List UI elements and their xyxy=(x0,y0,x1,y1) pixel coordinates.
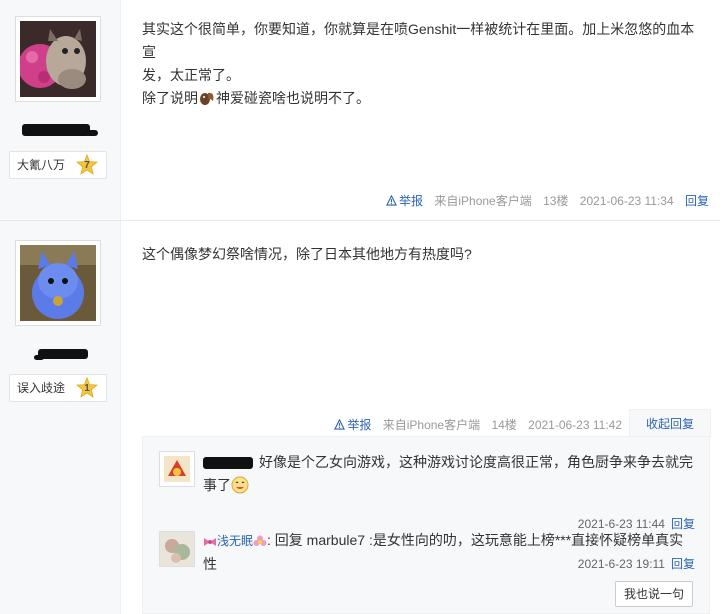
bow-emoji-icon xyxy=(203,533,217,551)
warning-icon xyxy=(386,195,397,206)
post-floor-13: 大氰八万 7 其实这个很简单，你要知道，你就算是在喷Genshit一样被统计在里… xyxy=(0,0,720,221)
sub-reply-item: 好像是个乙女向游戏，这种游戏讨论度高很正常，角色厨争来争去就完 事了 2021-… xyxy=(159,451,695,531)
squirrel-emoji-icon xyxy=(198,89,216,107)
sub-reply-avatar[interactable] xyxy=(159,531,195,567)
add-reply-button[interactable]: 我也说一句 xyxy=(615,581,693,607)
sub-reply-username[interactable]: 浅无眠 xyxy=(217,534,253,548)
level-badge[interactable]: 误入歧途 1 xyxy=(9,374,107,402)
redacted-username-tail xyxy=(34,355,44,360)
sub-reply-text: 好像是个乙女向游戏，这种游戏讨论度高很正常，角色厨争来争去就完 事了 xyxy=(203,451,695,497)
report-label: 举报 xyxy=(399,194,424,208)
user-sidebar: 大氰八万 7 xyxy=(0,0,121,220)
post-tail: 举报 来自iPhone客户端 13楼 2021-06-23 11:34 回复 xyxy=(378,192,709,209)
level-number: 1 xyxy=(84,383,90,394)
sub-reply-time: 2021-6-23 19:11 xyxy=(577,557,665,571)
post-time: 2021-06-23 11:34 xyxy=(579,194,674,208)
collapse-reply-button[interactable]: 收起回复 xyxy=(629,409,711,437)
redacted-username-tail xyxy=(86,130,98,136)
sub-reply-panel: 好像是个乙女向游戏，这种游戏讨论度高很正常，角色厨争来争去就完 事了 2021-… xyxy=(142,436,710,614)
avatar-image xyxy=(20,245,96,321)
warning-icon xyxy=(334,419,346,430)
report-link[interactable]: 举报 xyxy=(334,418,371,432)
floor-number: 13楼 xyxy=(543,194,569,208)
avatar-image xyxy=(20,21,96,97)
sub-reply-text-end: 事了 xyxy=(203,477,231,493)
floor-number: 14楼 xyxy=(491,418,517,432)
reply-link[interactable]: 回复 xyxy=(685,194,709,208)
smile-emoji-icon xyxy=(231,476,249,494)
content-text: 除了说明 xyxy=(142,90,198,106)
post-content: 其实这个很简单，你要知道，你就算是在喷Genshit一样被统计在里面。加上米忽悠… xyxy=(142,18,704,110)
redacted-username xyxy=(38,349,88,359)
sub-reply-avatar[interactable] xyxy=(159,451,195,487)
report-link[interactable]: 举报 xyxy=(386,194,423,208)
source-client: 来自iPhone客户端 xyxy=(434,194,532,208)
avatar[interactable] xyxy=(15,240,101,326)
sub-reply-meta: 2021-6-23 19:11 回复 xyxy=(578,555,695,572)
level-star-icon: 7 xyxy=(75,153,99,176)
sub-reply-line: 事了 xyxy=(203,474,695,497)
post-content: 这个偶像梦幻祭啥情况，除了日本其他地方有热度吗? xyxy=(142,243,704,266)
level-star-icon: 1 xyxy=(75,376,99,399)
level-number: 7 xyxy=(84,160,90,171)
avatar[interactable] xyxy=(15,16,101,102)
post-time: 2021-06-23 11:42 xyxy=(528,418,622,432)
level-title: 大氰八万 xyxy=(17,158,66,172)
level-title: 误入歧途 xyxy=(17,381,66,395)
sub-reply-reply-link[interactable]: 回复 xyxy=(671,557,695,571)
user-sidebar: 误入歧途 1 xyxy=(0,221,121,614)
content-line: 发，太正常了。 xyxy=(142,67,240,83)
content-text: 神爱碰瓷啥也说明不了。 xyxy=(216,90,370,106)
level-badge[interactable]: 大氰八万 7 xyxy=(9,151,107,179)
sub-reply-line: 好像是个乙女向游戏，这种游戏讨论度高很正常，角色厨争来争去就完 xyxy=(259,454,693,470)
post-tail: 举报 来自iPhone客户端 14楼 2021-06-23 11:42 xyxy=(326,416,622,433)
sub-reply-item: 浅无眠 : 回复 marbule7 :是女性向的叻，这玩意能上榜***直接怀疑榜… xyxy=(159,531,695,572)
flower-emoji-icon xyxy=(253,533,267,551)
redacted-username xyxy=(22,124,90,136)
content-line: 除了说明 神爱碰瓷啥也说明不了。 xyxy=(142,87,704,110)
source-client: 来自iPhone客户端 xyxy=(382,418,481,432)
report-label: 举报 xyxy=(347,418,372,432)
content-line: 这个偶像梦幻祭啥情况，除了日本其他地方有热度吗? xyxy=(142,246,472,262)
content-line: 其实这个很简单，你要知道，你就算是在喷Genshit一样被统计在里面。加上米忽悠… xyxy=(142,21,695,60)
